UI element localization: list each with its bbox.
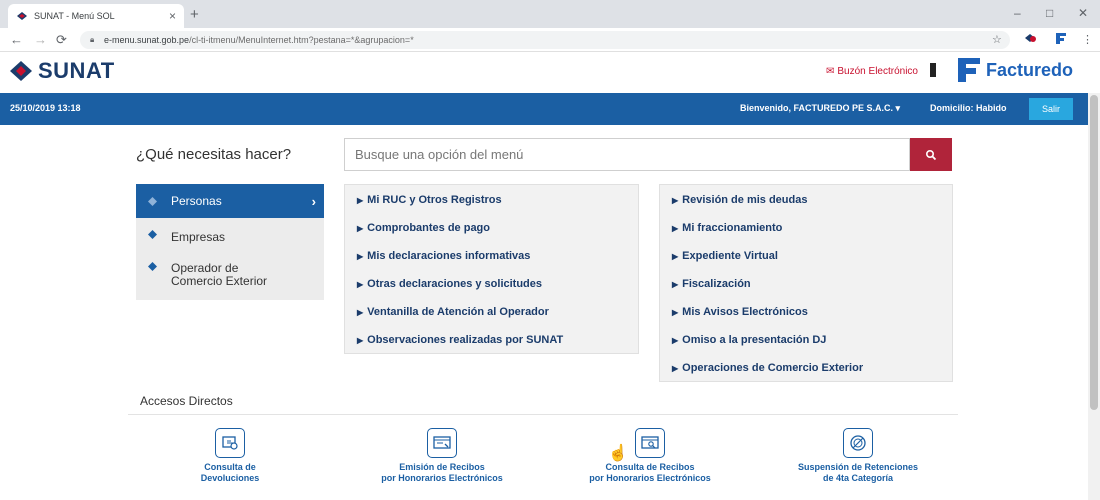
option-observaciones[interactable]: ▶ Observaciones realizadas por SUNAT (357, 334, 563, 346)
maximize-button[interactable]: □ (1046, 6, 1053, 20)
scrollbar-thumb[interactable] (1090, 95, 1098, 410)
reload-icon[interactable]: ⟳ (56, 32, 67, 48)
option-fraccionamiento[interactable]: ▶ Mi fraccionamiento (672, 222, 782, 234)
address-bar[interactable]: 🔒︎ e-menu.sunat.gob.pe/cl-ti-itmenu/Menu… (80, 31, 1010, 49)
option-otras-declaraciones[interactable]: ▶ Otras declaraciones y solicitudes (357, 278, 542, 290)
triangle-right-icon: ▶ (672, 308, 679, 317)
page-scrollbar[interactable] (1088, 93, 1100, 500)
back-arrow-icon[interactable]: ← (10, 32, 23, 47)
domicilio-status: Domicilio: Habido (930, 103, 1007, 113)
tab-close-icon[interactable]: × (169, 9, 176, 23)
option-omiso-dj[interactable]: ▶ Omiso a la presentación DJ (672, 334, 826, 346)
sunat-logo[interactable]: SUNAT (8, 58, 115, 84)
search-button[interactable] (910, 138, 952, 171)
option-ventanilla[interactable]: ▶ Ventanilla de Atención al Operador (357, 306, 549, 318)
lock-icon: 🔒︎ (90, 35, 95, 44)
triangle-right-icon: ▶ (357, 252, 364, 261)
header-divider (930, 63, 936, 77)
url-host: e-menu.sunat.gob.pe (104, 35, 190, 45)
option-comprobantes[interactable]: ▶ Comprobantes de pago (357, 222, 490, 234)
facturedo-extension-icon[interactable] (1056, 33, 1066, 47)
acceso-label: Emisión de Recibos por Honorarios Electró… (381, 462, 503, 483)
receipt-window-icon (427, 428, 457, 458)
triangle-right-icon: ▶ (672, 196, 679, 205)
sunat-wordmark: SUNAT (38, 58, 115, 83)
option-declaraciones-informativas[interactable]: ▶ Mis declaraciones informativas (357, 250, 530, 262)
browser-tabbar: SUNAT - Menú SOL × + – □ ✕ (0, 0, 1100, 28)
accesos-divider (128, 414, 958, 415)
extension-icon[interactable] (1024, 33, 1036, 46)
acceso-suspension-retenciones[interactable]: Suspensión de Retenciones de 4ta Categorí… (778, 428, 938, 484)
search-icon (925, 149, 937, 160)
hand-cursor-icon: ☝ (608, 445, 628, 462)
triangle-right-icon: ▶ (672, 224, 679, 233)
triangle-right-icon: ▶ (357, 336, 364, 345)
envelope-icon: ✉ (826, 66, 835, 77)
option-mi-ruc[interactable]: ▶ Mi RUC y Otros Registros (357, 194, 502, 206)
triangle-right-icon: ▶ (672, 280, 679, 289)
menu-search (344, 138, 952, 171)
triangle-right-icon: ▶ (672, 336, 679, 345)
browser-toolbar: ← → ⟳ 🔒︎ e-menu.sunat.gob.pe/cl-ti-itmen… (0, 28, 1100, 52)
diamond-icon (148, 230, 157, 239)
triangle-right-icon: ▶ (672, 364, 679, 373)
close-window-button[interactable]: ✕ (1078, 6, 1088, 20)
category-label: Personas (171, 194, 222, 208)
acceso-label: Consulta de Recibos por Honorarios Electr… (589, 462, 711, 483)
option-revision-deudas[interactable]: ▶ Revisión de mis deudas (672, 194, 807, 206)
menu-search-input[interactable] (344, 138, 910, 171)
triangle-right-icon: ▶ (357, 224, 364, 233)
session-datetime: 25/10/2019 13:18 (10, 103, 81, 113)
category-empresas[interactable]: Empresas (136, 230, 324, 244)
triangle-right-icon: ▶ (357, 308, 364, 317)
buzon-label: Buzón Electrónico (837, 66, 918, 77)
option-fiscalizacion[interactable]: ▶ Fiscalización (672, 278, 751, 290)
acceso-label: Consulta de Devoluciones (200, 462, 260, 483)
chevron-right-icon: › (311, 193, 316, 209)
facturedo-logo-icon (958, 58, 980, 82)
forward-arrow-icon[interactable]: → (34, 32, 47, 47)
category-label: Operador de Comercio Exterior (171, 261, 268, 288)
option-comercio-exterior[interactable]: ▶ Operaciones de Comercio Exterior (672, 362, 863, 374)
category-personas[interactable]: Personas › (136, 184, 324, 218)
acceso-consulta-recibos[interactable]: Consulta de Recibos por Honorarios Electr… (560, 428, 740, 484)
options-column-1: ▶ Mi RUC y Otros Registros ▶ Comprobantes … (344, 184, 639, 354)
triangle-right-icon: ▶ (357, 280, 364, 289)
refund-document-icon (215, 428, 245, 458)
diamond-icon (148, 196, 157, 206)
triangle-right-icon: ▶ (672, 252, 679, 261)
category-operador-comercio-exterior[interactable]: Operador de Comercio Exterior (136, 262, 324, 288)
options-column-2: ▶ Revisión de mis deudas ▶ Mi fraccionamie… (659, 184, 953, 382)
browser-menu-icon[interactable]: ⋮ (1082, 33, 1093, 46)
triangle-right-icon: ▶ (357, 196, 364, 205)
site-header: SUNAT ✉ Buzón Electrónico Facturedo (0, 52, 1088, 92)
tab-title: SUNAT - Menú SOL (34, 11, 115, 21)
facturedo-logo: Facturedo (958, 58, 1073, 82)
sunat-favicon-icon (16, 11, 28, 21)
minimize-button[interactable]: – (1014, 6, 1021, 20)
acceso-label: Suspensión de Retenciones de 4ta Categorí… (797, 462, 919, 483)
user-bar: 25/10/2019 13:18 Bienvenido, FACTUREDO P… (0, 93, 1088, 125)
user-menu[interactable]: Bienvenido, FACTUREDO PE S.A.C. ▾ (740, 103, 900, 114)
option-avisos-electronicos[interactable]: ▶ Mis Avisos Electrónicos (672, 306, 808, 318)
acceso-emision-recibos[interactable]: Emisión de Recibos por Honorarios Electró… (352, 428, 532, 484)
option-expediente-virtual[interactable]: ▶ Expediente Virtual (672, 250, 778, 262)
browser-tab[interactable]: SUNAT - Menú SOL × (8, 4, 184, 28)
search-question: ¿Qué necesitas hacer? (136, 146, 292, 163)
category-label: Empresas (171, 230, 226, 244)
category-menu: Personas › Empresas Operador de Comercio … (136, 184, 324, 300)
acceso-consulta-devoluciones[interactable]: Consulta de Devoluciones (170, 428, 290, 484)
receipt-search-icon (635, 428, 665, 458)
url-path: /cl-ti-itmenu/MenuInternet.htm?pestana=*… (189, 35, 414, 45)
salir-button[interactable]: Salir (1029, 98, 1073, 120)
sunat-diamond-icon (10, 61, 32, 81)
facturedo-wordmark: Facturedo (986, 59, 1074, 80)
bookmark-star-icon[interactable]: ☆ (992, 33, 1002, 46)
new-tab-button[interactable]: + (190, 6, 199, 23)
suspension-badge-icon (843, 428, 873, 458)
diamond-icon (148, 262, 157, 271)
accesos-directos-title: Accesos Directos (140, 394, 233, 408)
buzon-electronico-link[interactable]: ✉ Buzón Electrónico (826, 66, 918, 77)
